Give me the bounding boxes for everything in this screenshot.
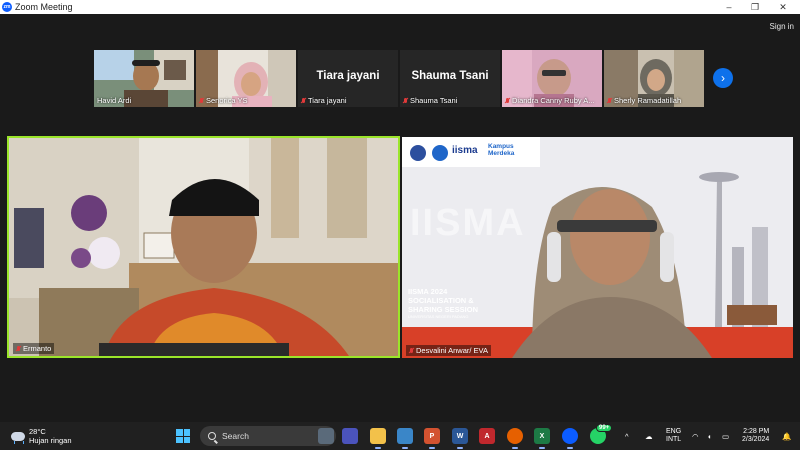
meet-icon[interactable] [342, 428, 358, 444]
slide-headline-line: SOCIALISATION & [408, 296, 474, 305]
windows-logo-icon [183, 429, 190, 436]
muted-mic-icon [16, 345, 21, 352]
taskbar-clock[interactable]: 2:28 PM 2/3/2024 [742, 428, 769, 444]
slide-partner: Kampus Merdeka [488, 143, 515, 157]
muted-mic-icon [607, 97, 612, 104]
participant-big-name: Tiara jayani [316, 70, 380, 82]
volume-icon[interactable]: ◖ [707, 422, 712, 450]
wifi-icon[interactable]: ◠ [692, 422, 699, 450]
close-button[interactable]: ✕ [770, 0, 796, 14]
windows-taskbar: 28°C Hujan ringan Search P W A X 99+ ^ ☁… [0, 422, 800, 450]
chevron-right-icon: › [721, 71, 725, 85]
slide-brand: iisma [452, 145, 478, 156]
folder-icon[interactable] [370, 428, 386, 449]
weather-desc: Hujan ringan [29, 436, 72, 445]
muted-mic-icon [301, 97, 306, 104]
onedrive-icon[interactable]: ☁ [645, 422, 653, 450]
battery-icon[interactable]: ▭ [722, 422, 729, 450]
slide-subline: UNIVERSITAS NEGERI PADANG [408, 314, 469, 319]
participant-tile-havid-ardi[interactable]: Havid Ardi [94, 50, 194, 107]
participant-tile-shauma[interactable]: Shauma Tsani Shauma Tsani [400, 50, 500, 107]
participant-name: Senorica YS [199, 96, 248, 105]
slide-headline-line: SHARING SESSION [408, 305, 479, 314]
chevron-up-icon: ^ [625, 431, 629, 441]
window-title: Zoom Meeting [15, 2, 73, 12]
ermanto-video [9, 138, 398, 356]
search-icon [208, 432, 216, 440]
meeting-stage: Sign in Havid Ardi Senorica YS Tiara jay… [0, 14, 800, 422]
powerpoint-icon[interactable]: P [424, 428, 440, 449]
slide-bg-word: IISMA [410, 202, 526, 244]
weather-temp: 28°C [29, 427, 46, 436]
slide-headline: IISMA 2024 SOCIALISATION & SHARING SESSI… [408, 287, 478, 319]
desvalini-video [402, 137, 793, 358]
word-icon[interactable]: W [452, 428, 468, 449]
clock-time: 2:28 PM [743, 428, 770, 435]
windows-logo-icon [176, 429, 183, 436]
firefox-icon[interactable] [507, 428, 523, 449]
participant-name: Shauma Tsani [403, 96, 457, 105]
participant-name-label: Ermanto [13, 343, 55, 354]
zoom-icon[interactable] [562, 428, 578, 449]
next-page-button[interactable]: › [713, 68, 733, 88]
taskbar-search[interactable]: Search [200, 426, 336, 446]
windows-logo-icon [183, 436, 190, 443]
participant-tile-sherly[interactable]: Sherly Ramadatillah [604, 50, 704, 107]
search-label: Search [222, 431, 249, 441]
restore-button[interactable]: ❐ [742, 0, 768, 14]
notepad-icon[interactable] [397, 428, 413, 449]
rain-cloud-icon [11, 431, 25, 444]
participant-tile-senorica[interactable]: Senorica YS [196, 50, 296, 107]
zoom-logo-icon: zm [2, 2, 12, 12]
whatsapp-badge: 99+ [596, 424, 613, 432]
excel-icon[interactable]: X [534, 428, 550, 449]
language-secondary: INTL [666, 436, 682, 443]
notification-bell-icon[interactable]: 🔔 [782, 422, 791, 450]
slide-headline-line: IISMA 2024 [408, 287, 448, 296]
participant-big-name: Shauma Tsani [411, 70, 489, 82]
main-tile-desvalini[interactable]: iisma Kampus Merdeka IISMA IISMA 2024 SO… [402, 137, 793, 358]
clock-date: 2/3/2024 [742, 436, 770, 443]
file-explorer-icon[interactable] [318, 428, 334, 444]
acrobat-icon[interactable]: A [479, 428, 495, 444]
participant-tile-tiara[interactable]: Tiara jayani Tiara jayani [298, 50, 398, 107]
muted-mic-icon [403, 97, 408, 104]
start-button[interactable] [176, 429, 190, 443]
participant-name: Diandra Canny Ruby A... [505, 96, 595, 105]
participant-name: Sherly Ramadatillah [607, 96, 681, 105]
muted-mic-icon [409, 347, 414, 354]
participant-name: Havid Ardi [97, 96, 132, 105]
language-primary: ENG [666, 428, 682, 435]
muted-mic-icon [505, 97, 510, 104]
muted-mic-icon [199, 97, 204, 104]
participant-tile-diandra[interactable]: Diandra Canny Ruby A... [502, 50, 602, 107]
weather-widget[interactable]: 28°C Hujan ringan [11, 427, 72, 445]
participant-name: Tiara jayani [301, 96, 347, 105]
window-titlebar: zm Zoom Meeting – ❐ ✕ [0, 0, 800, 14]
show-hidden-icons-button[interactable]: ^ [625, 422, 629, 450]
main-tile-ermanto[interactable]: Ermanto [7, 136, 400, 358]
sign-in-button[interactable]: Sign in [770, 22, 794, 31]
minimize-button[interactable]: – [716, 0, 742, 14]
windows-logo-icon [176, 436, 183, 443]
language-indicator[interactable]: ENG INTL [666, 428, 681, 444]
whatsapp-icon[interactable]: 99+ [590, 424, 613, 444]
participant-name-label: Desvalini Anwar/ EVA [406, 345, 491, 356]
